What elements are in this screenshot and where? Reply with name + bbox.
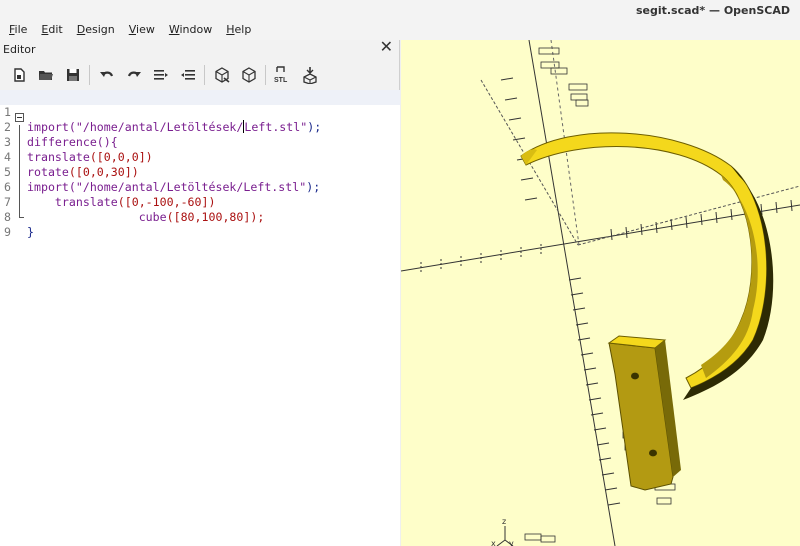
menu-edit[interactable]: Edit	[34, 20, 69, 40]
editor-toolbar: STL	[0, 60, 400, 90]
window-title: segit.scad* — OpenSCAD	[635, 4, 790, 17]
save-icon[interactable]	[59, 63, 86, 87]
menu-file[interactable]: File	[2, 20, 34, 40]
open-file-icon[interactable]	[32, 63, 59, 87]
menu-help[interactable]: Help	[219, 20, 258, 40]
redo-icon[interactable]	[120, 63, 147, 87]
line-number: 9	[4, 225, 11, 239]
indent-icon[interactable]	[174, 63, 201, 87]
title-bar: segit.scad* — OpenSCAD	[0, 0, 800, 20]
x-axis-ticks	[420, 199, 793, 272]
stl-label: STL	[274, 77, 288, 84]
viewport-canvas[interactable]: z y x	[401, 40, 800, 546]
render-icon[interactable]	[235, 63, 262, 87]
toolbar-separator	[204, 65, 205, 85]
send-to-printer-icon[interactable]	[296, 63, 323, 87]
unindent-icon[interactable]	[147, 63, 174, 87]
code-line[interactable]: 5 import("/home/antal/Letöltések/Left.st…	[0, 150, 400, 194]
3d-viewport[interactable]: z y x	[401, 40, 800, 546]
axis-gizmo-icon: z y x	[491, 517, 514, 546]
toolbar-separator	[89, 65, 90, 85]
undo-icon[interactable]	[93, 63, 120, 87]
code-line[interactable]: 3 translate([0,0,0])	[0, 120, 400, 164]
menu-bar: File Edit Design View Window Help	[0, 20, 800, 40]
code-line[interactable]: 8 }	[0, 195, 400, 239]
code-line[interactable]: 6 translate([0,-100,-60])	[0, 165, 400, 209]
editor-label: Editor	[3, 43, 36, 56]
z-axis-label: z	[502, 517, 506, 526]
new-file-icon[interactable]	[5, 63, 32, 87]
y-axis-label: y	[509, 539, 514, 546]
export-stl-icon[interactable]: STL	[269, 63, 296, 87]
3d-model[interactable]	[520, 132, 774, 491]
code-line[interactable]: 9	[0, 210, 400, 239]
menu-view[interactable]: View	[122, 20, 162, 40]
code-line[interactable]: 1 import("/home/antal/Letöltések/Left.st…	[0, 90, 400, 134]
axes	[401, 40, 800, 546]
code-line[interactable]: 7 cube([80,100,80]);	[0, 180, 400, 224]
x-axis-label: x	[491, 539, 496, 546]
code-editor[interactable]: 1 import("/home/antal/Letöltések/Left.st…	[0, 90, 400, 546]
close-icon[interactable]: ✕	[380, 39, 393, 55]
toolbar-separator	[265, 65, 266, 85]
editor-panel: Editor ✕ STL 1 import("/home/antal/Letöl…	[0, 39, 400, 546]
editor-header: Editor ✕	[0, 39, 400, 58]
menu-design[interactable]: Design	[70, 20, 122, 40]
menu-window[interactable]: Window	[162, 20, 219, 40]
code-line[interactable]: 2 difference(){	[0, 105, 400, 149]
preview-icon[interactable]	[208, 63, 235, 87]
code-line[interactable]: 4 rotate([0,0,30])	[0, 135, 400, 179]
